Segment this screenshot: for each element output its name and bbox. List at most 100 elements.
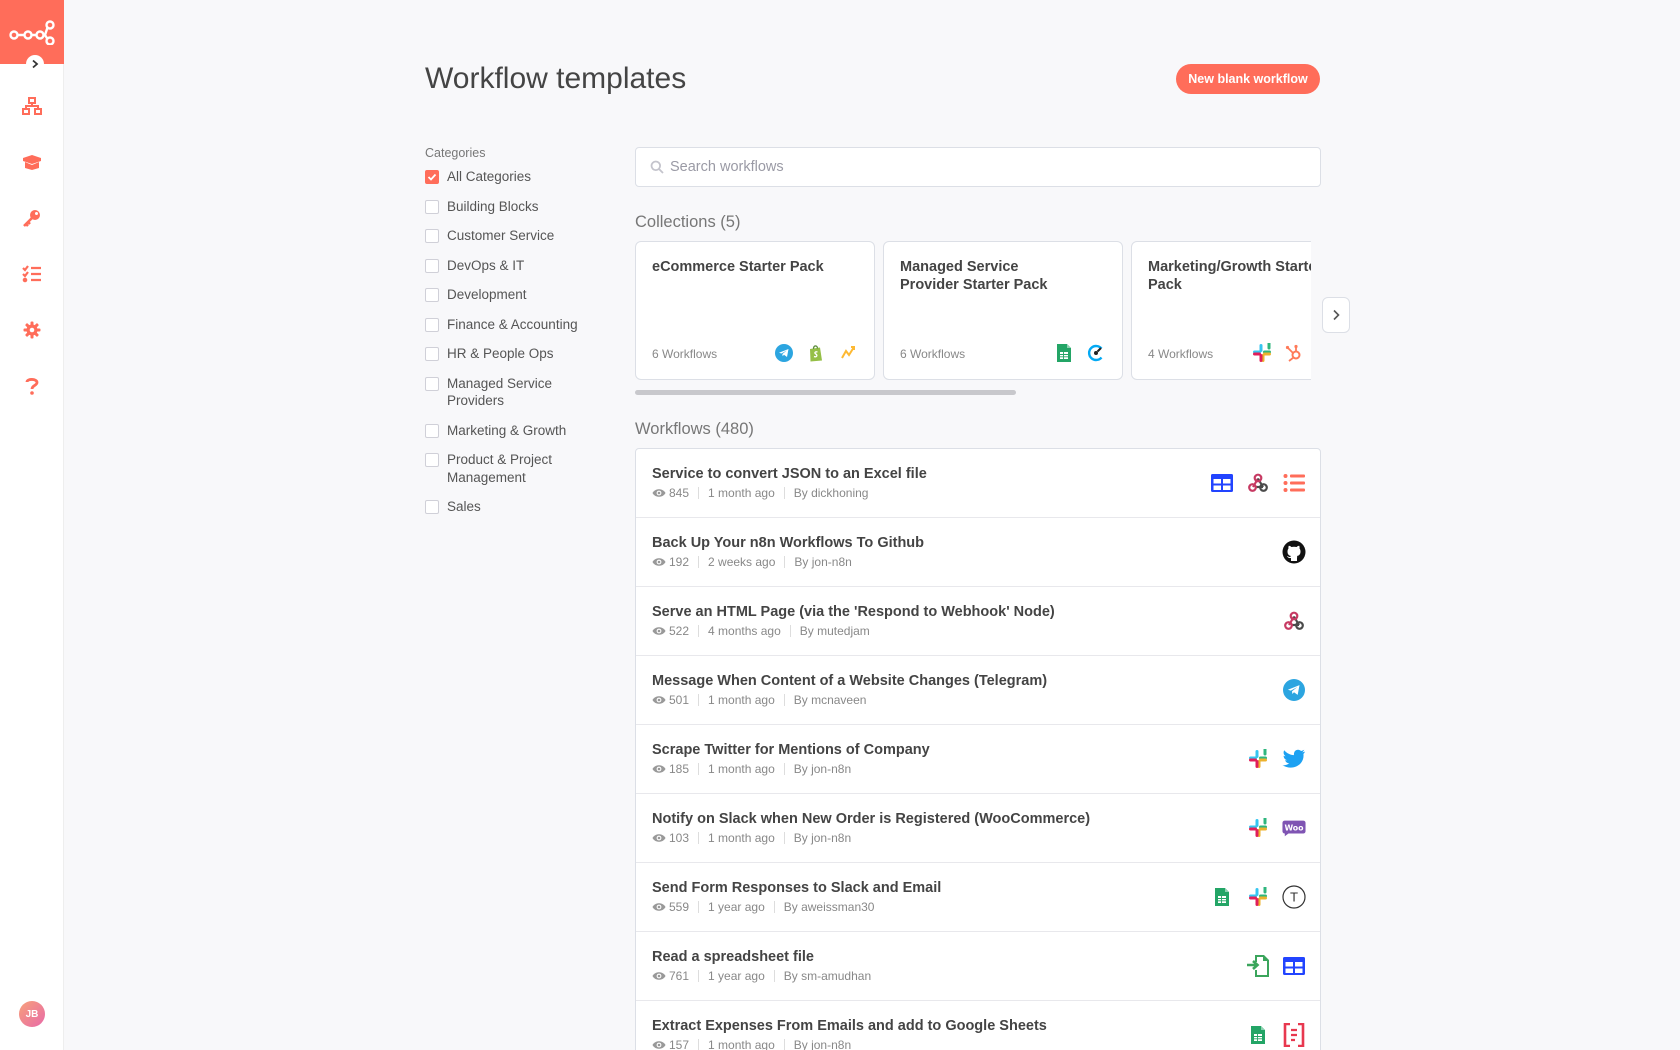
category-checkbox[interactable]	[425, 288, 439, 302]
collection-name: Managed Service Provider Starter Pack	[900, 259, 1048, 293]
workflow-row[interactable]: Extract Expenses From Emails and add to …	[636, 1001, 1320, 1050]
eye-icon	[652, 696, 666, 704]
workflow-views: 185	[652, 762, 689, 776]
workflow-name: Back Up Your n8n Workflows To Github	[652, 535, 925, 551]
category-item[interactable]: HR & People Ops	[425, 345, 590, 363]
workflow-views-count: 761	[669, 969, 690, 983]
collections-next-button[interactable]	[1322, 297, 1350, 333]
workflow-row[interactable]: Notify on Slack when New Order is Regist…	[636, 794, 1320, 863]
collection-icons	[772, 341, 860, 365]
box-open-icon	[23, 155, 41, 170]
category-checkbox[interactable]	[425, 453, 439, 467]
sidebar-item-templates[interactable]	[0, 134, 64, 190]
sidebar-item-settings[interactable]	[0, 302, 64, 358]
workflow-time: 1 month ago	[708, 762, 775, 776]
svg-text:T: T	[1289, 891, 1298, 905]
workflow-author: By mutedjam	[799, 624, 870, 638]
collection-name: Marketing/Growth Starter Pack	[1148, 259, 1311, 293]
collection-card[interactable]: Managed Service Provider Starter Pack 6 W…	[883, 241, 1123, 380]
workflow-time: 1 month ago	[708, 1038, 775, 1050]
collection-card[interactable]: Marketing/Growth Starter Pack 4 Workflows	[1131, 241, 1311, 380]
workflow-views: 559	[652, 900, 689, 914]
category-item[interactable]: Marketing & Growth	[425, 422, 590, 440]
category-checkbox[interactable]	[425, 317, 439, 332]
category-item[interactable]: Finance & Accounting	[425, 316, 590, 334]
sidebar-item-workflows[interactable]	[0, 78, 64, 134]
workflow-row[interactable]: Serve an HTML Page (via the 'Respond to …	[636, 587, 1320, 656]
workflows-title: Workflows (480)	[635, 420, 754, 438]
sidebar-item-credentials[interactable]	[0, 190, 64, 246]
category-label: Finance & Accounting	[447, 316, 578, 332]
workflow-views: 501	[652, 693, 689, 707]
category-item[interactable]: Development	[425, 286, 590, 304]
workflow-row[interactable]: Message When Content of a Website Change…	[636, 656, 1320, 725]
search-input[interactable]	[670, 159, 1290, 175]
workflow-views-count: 559	[669, 900, 690, 914]
category-item[interactable]: DevOps & IT	[425, 257, 590, 275]
workflow-row[interactable]: Service to convert JSON to an Excel file…	[636, 449, 1320, 518]
item-lists-icon	[1282, 471, 1306, 495]
typeform-icon: T	[1282, 885, 1306, 909]
category-label: Customer Service	[447, 228, 555, 243]
sidebar: JB	[0, 0, 64, 1050]
category-checkbox[interactable]	[425, 199, 439, 214]
category-checkbox[interactable]	[425, 423, 439, 438]
collections-scrollbar[interactable]	[635, 390, 1016, 395]
category-label: Marketing & Growth	[447, 422, 567, 438]
sidebar-item-help[interactable]	[0, 358, 64, 414]
workflow-icons: T	[1210, 885, 1306, 909]
expand-sidebar-button[interactable]	[26, 55, 44, 73]
collections-title: Collections (5)	[635, 213, 741, 231]
workflow-time: 1 year ago	[708, 969, 765, 983]
category-checkbox[interactable]	[425, 376, 439, 391]
workflow-author: By jon-n8n	[794, 555, 852, 569]
workflows-list: Service to convert JSON to an Excel file…	[635, 448, 1321, 1050]
collection-card[interactable]: eCommerce Starter Pack 6 Workflows	[635, 241, 875, 380]
collection-icons	[1250, 341, 1306, 365]
workflow-meta: 761 1 year ago By sm-amudhan	[652, 969, 1304, 983]
workflow-meta: 157 1 month ago By jon-n8n	[652, 1038, 1304, 1050]
sidebar-item-executions[interactable]	[0, 246, 64, 302]
mautic-icon	[836, 341, 860, 365]
new-blank-workflow-button[interactable]: New blank workflow	[1176, 64, 1320, 94]
user-avatar[interactable]: JB	[19, 1001, 45, 1027]
clockify-icon	[1084, 341, 1108, 365]
category-checkbox[interactable]	[425, 170, 439, 184]
workflow-icons	[1282, 678, 1306, 702]
workflow-row[interactable]: Scrape Twitter for Mentions of Company 18…	[636, 725, 1320, 794]
categories-list: All Categories Building Blocks Customer Se…	[425, 168, 590, 528]
mindee-icon	[1282, 1023, 1306, 1047]
category-item[interactable]: Sales	[425, 498, 590, 516]
category-checkbox[interactable]	[425, 229, 439, 243]
workflow-author: By mcnaveen	[793, 693, 867, 707]
eye-icon	[652, 972, 666, 980]
workflow-icons	[1246, 747, 1306, 771]
workflow-author: By dickhoning	[793, 486, 869, 500]
workflow-views-count: 522	[669, 624, 690, 638]
category-item[interactable]: Product & Project Management	[425, 451, 590, 486]
workflow-row[interactable]: Read a spreadsheet file 761 1 year ago By s…	[636, 932, 1320, 1001]
logo-icon	[9, 20, 55, 45]
workflow-views-count: 501	[669, 693, 690, 707]
key-icon	[23, 210, 40, 227]
category-item[interactable]: Managed Service Providers	[425, 375, 590, 410]
workflow-name: Notify on Slack when New Order is Regist…	[652, 811, 1091, 827]
page-title: Workflow templates	[425, 62, 687, 95]
tasks-icon	[22, 265, 41, 283]
category-item[interactable]: All Categories	[425, 168, 590, 186]
category-item[interactable]: Customer Service	[425, 227, 590, 245]
twitter-icon	[1282, 747, 1306, 771]
workflow-meta: 103 1 month ago By jon-n8n	[652, 831, 1304, 845]
category-checkbox[interactable]	[425, 258, 439, 273]
collection-icons	[1052, 341, 1108, 365]
category-checkbox[interactable]	[425, 500, 439, 514]
eye-icon	[652, 765, 666, 773]
telegram-icon	[772, 341, 796, 365]
workflow-row[interactable]: Back Up Your n8n Workflows To Github 192 2…	[636, 518, 1320, 587]
search-box[interactable]	[635, 147, 1321, 187]
workflow-row[interactable]: Send Form Responses to Slack and Email 55…	[636, 863, 1320, 932]
category-checkbox[interactable]	[425, 347, 439, 361]
slack-icon	[1246, 747, 1270, 771]
category-item[interactable]: Building Blocks	[425, 198, 590, 216]
spreadsheet-file-icon	[1282, 954, 1306, 978]
